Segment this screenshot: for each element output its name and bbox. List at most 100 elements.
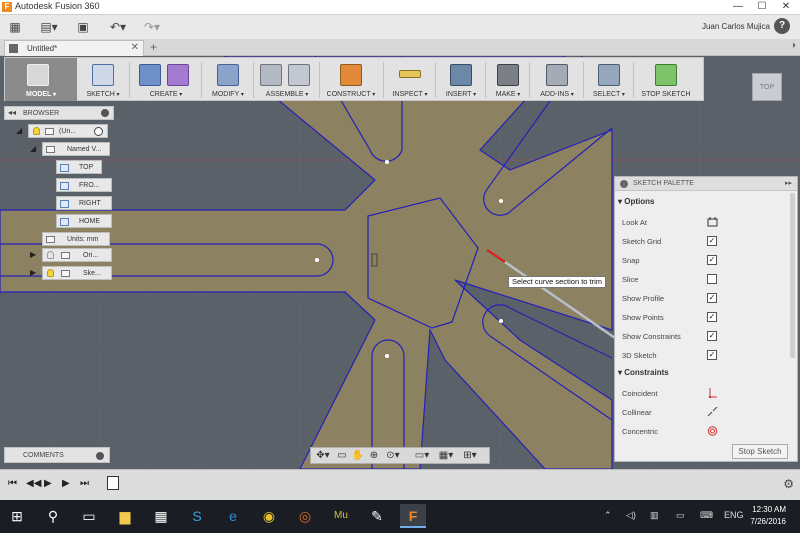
stop-sketch-button[interactable]: STOP SKETCH xyxy=(637,58,695,101)
option-slice[interactable]: Slice xyxy=(622,273,792,287)
data-panel-grid-icon[interactable]: ▦ xyxy=(6,18,24,36)
visibility-bulb-off-icon[interactable] xyxy=(47,251,54,259)
look-at-icon[interactable] xyxy=(707,217,718,227)
units-node[interactable]: Units: mm xyxy=(42,232,110,246)
slice-checkbox[interactable] xyxy=(707,274,717,284)
options-section-header[interactable]: ▾ Options xyxy=(618,197,654,206)
viewcube[interactable]: TOP xyxy=(752,73,782,101)
play-icon[interactable]: ▶ xyxy=(44,478,52,489)
task-view-icon[interactable]: ▭ xyxy=(76,504,102,528)
view-node-home[interactable]: HOME xyxy=(56,214,112,228)
chrome-icon[interactable]: ◉ xyxy=(256,504,282,528)
create-menu[interactable]: CREATE xyxy=(135,58,197,101)
expand-arrow-icon[interactable]: ▶ xyxy=(30,268,36,277)
palette-grip-icon[interactable] xyxy=(620,180,628,188)
assemble-menu[interactable]: ASSEMBLE xyxy=(257,58,317,101)
step-forward-icon[interactable]: ▶ xyxy=(62,478,70,489)
file-explorer-icon[interactable]: ▆ xyxy=(112,504,138,528)
save-icon[interactable]: ▣ xyxy=(74,18,92,36)
make-menu[interactable]: MAKE xyxy=(489,58,527,101)
volume-icon[interactable]: ◁) xyxy=(626,510,636,521)
document-tab[interactable]: Untitled* ✕ xyxy=(4,40,144,56)
constraint-coincident[interactable]: Coincident xyxy=(622,387,792,401)
keyboard-icon[interactable]: ⌨ xyxy=(700,510,713,521)
show-profile-checkbox[interactable]: ✓ xyxy=(707,293,717,303)
network-icon[interactable]: ▥ xyxy=(650,510,659,521)
look-at-nav-icon[interactable]: ▭ xyxy=(335,449,349,463)
option-show-points[interactable]: Show Points ✓ xyxy=(622,311,792,325)
show-points-checkbox[interactable]: ✓ xyxy=(707,312,717,322)
file-menu-icon[interactable]: ▤▾ xyxy=(36,18,62,36)
add-comment-icon[interactable] xyxy=(96,452,104,460)
viewports-icon[interactable]: ⊞▾ xyxy=(459,449,481,463)
firefox-icon[interactable]: ◎ xyxy=(292,504,318,528)
constraint-concentric[interactable]: Concentric xyxy=(622,425,792,439)
notifications-icon[interactable]: ▭ xyxy=(676,510,685,521)
undo-icon[interactable]: ↶▾ xyxy=(104,18,132,36)
show-constraints-checkbox[interactable]: ✓ xyxy=(707,331,717,341)
grid-settings-icon[interactable]: ▦▾ xyxy=(435,449,457,463)
modify-menu[interactable]: MODIFY xyxy=(205,58,251,101)
zoom-window-icon[interactable]: ⊕ xyxy=(367,449,381,463)
3d-sketch-checkbox[interactable]: ✓ xyxy=(707,350,717,360)
construct-menu[interactable]: CONSTRUCT xyxy=(323,58,379,101)
visibility-bulb-icon[interactable] xyxy=(33,127,40,135)
concentric-icon[interactable] xyxy=(707,426,718,436)
constraint-collinear[interactable]: Collinear xyxy=(622,406,792,420)
tray-arrow-icon[interactable]: ⌃ xyxy=(604,510,612,521)
pin-icon[interactable] xyxy=(101,109,109,117)
constraints-section-header[interactable]: ▾ Constraints xyxy=(618,368,669,377)
option-3d-sketch[interactable]: 3D Sketch ✓ xyxy=(622,349,792,363)
option-sketch-grid[interactable]: Sketch Grid ✓ xyxy=(622,235,792,249)
new-tab-button[interactable]: + xyxy=(150,40,157,54)
comments-panel[interactable]: COMMENTS xyxy=(4,447,110,463)
expand-arrow-icon[interactable]: ◢ xyxy=(30,144,36,153)
visibility-bulb-icon[interactable] xyxy=(47,269,54,277)
tab-list-icon[interactable]: ◑ xyxy=(790,40,796,51)
palette-stop-sketch-button[interactable]: Stop Sketch xyxy=(732,444,788,459)
palette-header[interactable]: SKETCH PALETTE ▸▸ xyxy=(615,177,797,191)
insert-menu[interactable]: INSERT xyxy=(439,58,483,101)
expand-palette-icon[interactable]: ▸▸ xyxy=(785,179,792,187)
redo-icon[interactable]: ↷▾ xyxy=(138,18,166,36)
edge-icon[interactable]: e xyxy=(220,504,246,528)
paint-icon[interactable]: ✎ xyxy=(364,504,390,528)
pan-hand-icon[interactable]: ✋ xyxy=(351,449,365,463)
option-show-profile[interactable]: Show Profile ✓ xyxy=(622,292,792,306)
add-ins-menu[interactable]: ADD-INS xyxy=(533,58,581,101)
select-menu[interactable]: SELECT xyxy=(587,58,631,101)
close-tab-icon[interactable]: ✕ xyxy=(131,42,139,53)
help-icon[interactable]: ? xyxy=(774,18,790,34)
muse-icon[interactable]: Mu xyxy=(328,504,354,528)
orbit-icon[interactable]: ✥▾ xyxy=(313,449,333,463)
collinear-icon[interactable] xyxy=(707,407,718,417)
step-back-icon[interactable]: ◀︎◀︎ xyxy=(26,478,41,489)
maximize-button[interactable]: ☐ xyxy=(750,0,774,15)
skype-icon[interactable]: S xyxy=(184,504,210,528)
option-show-constraints[interactable]: Show Constraints ✓ xyxy=(622,330,792,344)
view-node-top[interactable]: TOP xyxy=(56,160,102,174)
view-node-right[interactable]: RIGHT xyxy=(56,196,112,210)
store-icon[interactable]: ▦ xyxy=(148,504,174,528)
browser-header[interactable]: ◂◂ BROWSER xyxy=(4,106,114,120)
windows-start-icon[interactable]: ⊞ xyxy=(4,504,30,528)
go-to-start-icon[interactable]: ⏮ xyxy=(8,478,17,489)
user-name-menu[interactable]: Juan Carlos Mujica xyxy=(702,22,770,31)
collapse-panel-icon[interactable]: ◂◂ xyxy=(8,108,16,117)
language-indicator[interactable]: ENG xyxy=(724,510,744,520)
expand-arrow-icon[interactable]: ◢ xyxy=(16,126,22,135)
sketch-menu[interactable]: SKETCH xyxy=(81,58,125,101)
fusion-taskbar-icon[interactable]: F xyxy=(400,504,426,528)
snap-checkbox[interactable]: ✓ xyxy=(707,255,717,265)
sketches-node[interactable]: Ske... xyxy=(42,266,112,280)
origin-node[interactable]: Ori... xyxy=(42,248,112,262)
sketch-grid-checkbox[interactable]: ✓ xyxy=(707,236,717,246)
option-snap[interactable]: Snap ✓ xyxy=(622,254,792,268)
zoom-icon[interactable]: ⊙▾ xyxy=(383,449,403,463)
go-to-end-icon[interactable]: ⏭ xyxy=(80,478,89,489)
search-icon[interactable]: ⚲ xyxy=(40,504,66,528)
coincident-icon[interactable] xyxy=(707,388,718,398)
view-node-front[interactable]: FRO... xyxy=(56,178,112,192)
option-look-at[interactable]: Look At xyxy=(622,216,792,230)
inspect-menu[interactable]: INSPECT xyxy=(387,58,433,101)
